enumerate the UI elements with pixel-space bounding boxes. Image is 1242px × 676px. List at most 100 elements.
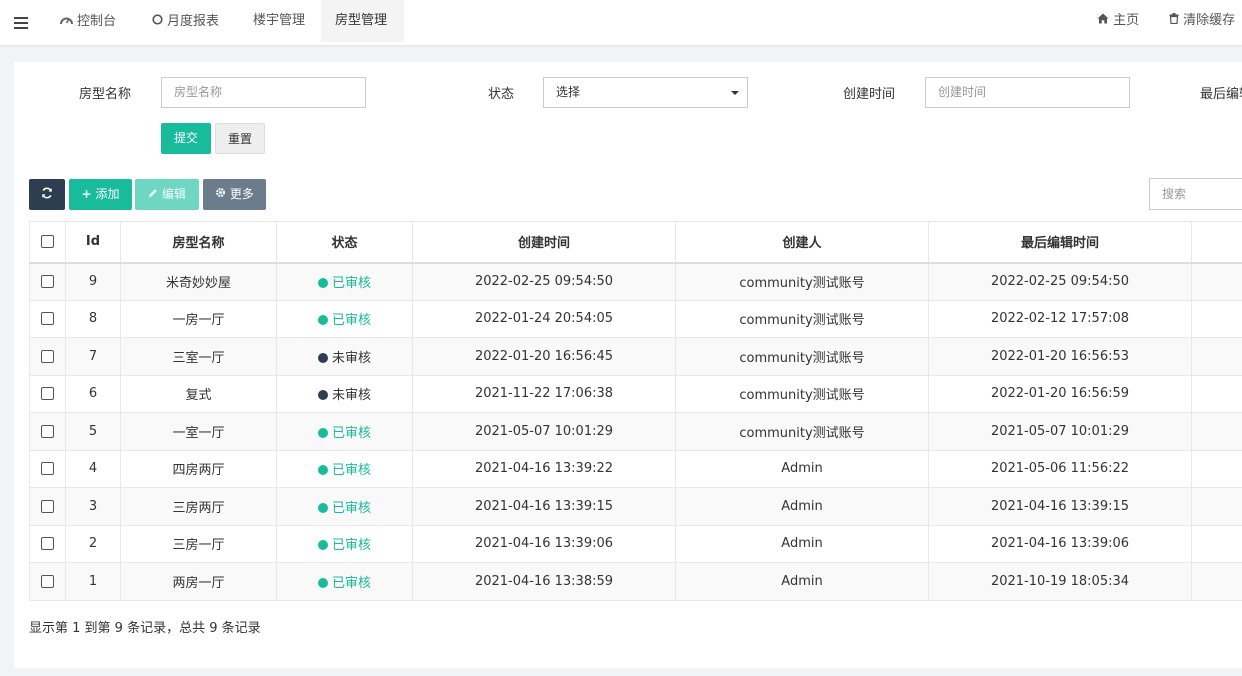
table-row[interactable]: 8 一房一厅 已审核 2022-01-24 20:54:05 community测试账号… bbox=[29, 299, 1242, 338]
column-header-status[interactable]: 状态 bbox=[276, 221, 413, 264]
column-header-id[interactable]: Id bbox=[65, 221, 121, 264]
cell-name: 三房两厅 bbox=[120, 487, 277, 526]
created-time-input[interactable]: 创建时间 bbox=[925, 77, 1130, 108]
cell-created: 2021-04-16 13:39:15 bbox=[412, 487, 676, 526]
menu-toggle-icon[interactable] bbox=[14, 14, 28, 32]
cell-status: 未审核 bbox=[276, 374, 413, 413]
status-badge[interactable]: 已审核 bbox=[317, 313, 371, 329]
cell-status: 已审核 bbox=[276, 524, 413, 563]
table-row[interactable]: 4 四房两厅 已审核 2021-04-16 13:39:22 Admin 2021-05-… bbox=[29, 449, 1242, 488]
status-badge[interactable]: 未审核 bbox=[317, 388, 371, 403]
row-checkbox[interactable] bbox=[41, 275, 54, 288]
cell-created: 2021-04-16 13:39:22 bbox=[412, 449, 676, 488]
caret-down-icon bbox=[731, 91, 739, 95]
cell-status: 已审核 bbox=[276, 562, 413, 601]
refresh-icon bbox=[41, 187, 53, 201]
row-select-cell bbox=[29, 562, 66, 601]
cell-edited: 2021-05-07 10:01:29 bbox=[928, 412, 1192, 451]
tab-label: 房型管理 bbox=[335, 13, 388, 28]
cell-status: 已审核 bbox=[276, 449, 413, 488]
cell-status: 已审核 bbox=[276, 299, 413, 338]
status-badge[interactable]: 已审核 bbox=[317, 538, 371, 554]
row-checkbox[interactable] bbox=[41, 462, 54, 476]
cell-created: 2022-01-20 16:56:45 bbox=[412, 337, 676, 376]
search-input[interactable]: 搜索 bbox=[1149, 178, 1242, 210]
status-text: 已审核 bbox=[331, 575, 371, 591]
refresh-button[interactable] bbox=[29, 179, 65, 210]
table-row[interactable]: 2 三房一厅 已审核 2021-04-16 13:39:06 Admin 2021-04-… bbox=[29, 524, 1242, 563]
cell-creator: Admin bbox=[675, 524, 929, 563]
status-badge[interactable]: 已审核 bbox=[317, 501, 371, 516]
home-link[interactable]: 主页 bbox=[1097, 0, 1139, 42]
cell-creator: community测试账号 bbox=[675, 299, 929, 338]
cell-created: 2021-11-22 17:06:38 bbox=[412, 374, 676, 413]
status-text: 已审核 bbox=[331, 313, 371, 329]
status-badge[interactable]: 已审核 bbox=[317, 426, 371, 441]
status-badge[interactable]: 已审核 bbox=[317, 276, 371, 291]
row-checkbox[interactable] bbox=[41, 349, 54, 363]
cell-extra bbox=[1191, 374, 1242, 413]
cell-edited: 2022-02-12 17:57:08 bbox=[928, 299, 1192, 338]
table-row[interactable]: 1 两房一厅 已审核 2021-04-16 13:38:59 Admin 2021-10-… bbox=[29, 562, 1242, 601]
cell-extra bbox=[1191, 487, 1242, 526]
row-checkbox[interactable] bbox=[41, 312, 54, 326]
edit-button[interactable]: 编辑 bbox=[135, 179, 199, 210]
status-dot-icon bbox=[317, 502, 328, 513]
row-checkbox[interactable] bbox=[41, 537, 54, 551]
cell-creator: community测试账号 bbox=[675, 337, 929, 376]
status-dot-icon bbox=[317, 427, 328, 438]
row-select-cell bbox=[29, 449, 66, 488]
row-checkbox[interactable] bbox=[41, 424, 54, 438]
tab-label: 楼宇管理 bbox=[253, 13, 306, 28]
column-header-edited[interactable]: 最后编辑时间 bbox=[928, 221, 1192, 264]
column-header-created[interactable]: 创建时间 bbox=[412, 221, 676, 264]
home-icon bbox=[1097, 13, 1113, 28]
edit-label: 编辑 bbox=[161, 187, 186, 201]
cell-edited: 2022-02-25 09:54:50 bbox=[928, 262, 1192, 301]
status-select-value: 选择 bbox=[556, 85, 581, 99]
column-header-creator[interactable]: 创建人 bbox=[675, 221, 929, 264]
tab-building-management[interactable]: 楼宇管理 bbox=[239, 0, 319, 42]
cell-status: 已审核 bbox=[276, 262, 413, 301]
more-button[interactable]: 更多 bbox=[203, 179, 266, 210]
tab-dashboard[interactable]: 控制台 bbox=[46, 0, 130, 42]
table-row[interactable]: 9 米奇妙妙屋 已审核 2022-02-25 09:54:50 community测试账… bbox=[29, 262, 1242, 301]
submit-button[interactable]: 提交 bbox=[161, 123, 211, 154]
status-text: 已审核 bbox=[331, 276, 371, 291]
select-all-checkbox[interactable] bbox=[41, 235, 54, 249]
room-type-table: Id 房型名称 状态 创建时间 创建人 最后编辑时间 9 米奇妙妙屋 已审核 2022… bbox=[29, 221, 1242, 601]
cell-name: 一室一厅 bbox=[120, 412, 277, 451]
row-select-cell bbox=[29, 337, 66, 376]
add-button[interactable]: + 添加 bbox=[69, 179, 132, 210]
circle-icon bbox=[152, 0, 163, 42]
status-select[interactable]: 选择 bbox=[543, 77, 748, 108]
home-label: 主页 bbox=[1113, 13, 1140, 28]
column-header-name[interactable]: 房型名称 bbox=[120, 221, 277, 264]
status-badge[interactable]: 已审核 bbox=[317, 575, 371, 591]
table-row[interactable]: 7 三室一厅 未审核 2022-01-20 16:56:45 community测试账号… bbox=[29, 337, 1242, 376]
cell-edited: 2021-05-06 11:56:22 bbox=[928, 449, 1192, 488]
row-select-cell bbox=[29, 487, 66, 526]
row-checkbox[interactable] bbox=[41, 499, 54, 513]
status-text: 已审核 bbox=[331, 538, 371, 554]
status-badge[interactable]: 已审核 bbox=[317, 463, 371, 478]
row-select-cell bbox=[29, 524, 66, 563]
room-name-input[interactable]: 房型名称 bbox=[161, 77, 366, 108]
table-row[interactable]: 5 一室一厅 已审核 2021-05-07 10:01:29 community测试账号… bbox=[29, 412, 1242, 451]
row-checkbox[interactable] bbox=[41, 574, 54, 588]
cell-id: 9 bbox=[65, 262, 121, 301]
status-text: 未审核 bbox=[331, 350, 371, 366]
clear-cache-button[interactable]: 清除缓存 bbox=[1169, 0, 1235, 42]
reset-button[interactable]: 重置 bbox=[215, 123, 265, 154]
tab-monthly-report[interactable]: 月度报表 bbox=[138, 0, 233, 42]
row-checkbox[interactable] bbox=[41, 387, 54, 401]
plus-icon: + bbox=[81, 187, 92, 201]
table-row[interactable]: 6 复式 未审核 2021-11-22 17:06:38 community测试账号 20… bbox=[29, 374, 1242, 413]
cell-edited: 2021-10-19 18:05:34 bbox=[928, 562, 1192, 601]
cell-name: 一房一厅 bbox=[120, 299, 277, 338]
table-row[interactable]: 3 三房两厅 已审核 2021-04-16 13:39:15 Admin 2021-04-… bbox=[29, 487, 1242, 526]
tab-room-type-management[interactable]: 房型管理 bbox=[321, 0, 404, 42]
cell-creator: community测试账号 bbox=[675, 374, 929, 413]
cell-created: 2021-05-07 10:01:29 bbox=[412, 412, 676, 451]
status-badge[interactable]: 未审核 bbox=[317, 350, 371, 366]
